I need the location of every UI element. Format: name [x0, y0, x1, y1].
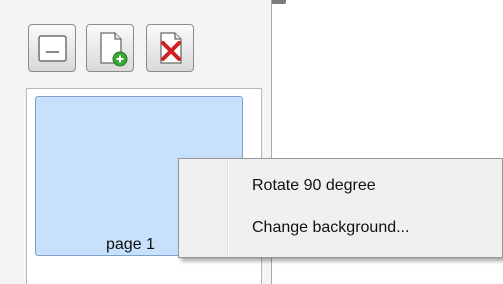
- add-page-button[interactable]: [86, 24, 134, 72]
- menu-item-rotate-90[interactable]: Rotate 90 degree: [182, 167, 500, 207]
- blank-page-icon: [38, 35, 67, 62]
- page-editor-window: page 1 Rotate 90 degree Change backgroun…: [0, 0, 503, 284]
- menu-item-label: Change background...: [252, 219, 410, 236]
- delete-page-button[interactable]: [146, 24, 194, 72]
- page-thumbnail-label: page 1: [106, 236, 155, 253]
- menu-item-label: Rotate 90 degree: [252, 177, 376, 194]
- context-menu: Rotate 90 degree Change background...: [178, 158, 503, 258]
- add-page-icon: [100, 32, 128, 67]
- delete-page-icon: [160, 32, 182, 64]
- menu-item-change-background[interactable]: Change background...: [182, 209, 500, 249]
- blank-page-button[interactable]: [28, 24, 76, 72]
